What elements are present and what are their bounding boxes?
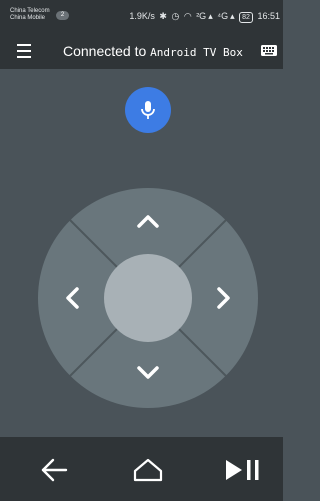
bluetooth-icon: ✱ (159, 11, 167, 21)
back-arrow-icon (41, 458, 68, 482)
status-indicators: 1.9K/s ✱ ◷ ◠ ²G ▴ ⁴G ▴ 82 16:51 (127, 10, 280, 23)
dpad-up-button[interactable] (136, 212, 160, 230)
dpad-right-button[interactable] (215, 286, 233, 310)
carrier-2: China Mobile (10, 15, 46, 21)
carrier-1: China Telecom (10, 8, 50, 14)
home-button[interactable] (132, 457, 164, 483)
play-pause-button[interactable] (224, 457, 262, 483)
carrier-info: China Telecom China Mobile (10, 8, 50, 22)
keyboard-icon[interactable] (261, 45, 277, 56)
dpad (38, 188, 258, 408)
chevron-left-icon (66, 287, 79, 309)
dpad-left-button[interactable] (63, 286, 81, 310)
signal-icon-2: ▴ (230, 11, 235, 21)
wifi-icon: ◠ (183, 11, 192, 21)
network-speed: 1.9K/s (129, 11, 155, 21)
signal-icon-1: ▴ (208, 11, 213, 21)
device-name: Android TV Box (150, 46, 243, 59)
chevron-right-icon (217, 287, 230, 309)
page-title: Connected to Android TV Box (63, 42, 243, 62)
mic-icon (141, 101, 155, 119)
chevron-down-icon (137, 366, 159, 379)
alarm-icon: ◷ (171, 11, 180, 21)
clock: 16:51 (257, 11, 280, 21)
network-1: ²G (196, 11, 207, 21)
menu-icon[interactable] (17, 44, 33, 58)
dpad-select-button[interactable] (104, 254, 192, 342)
nav-bar (0, 437, 283, 501)
battery-level: 82 (239, 12, 253, 23)
voice-search-button[interactable] (125, 87, 171, 133)
status-bar: China Telecom China Mobile 2 1.9K/s ✱ ◷ … (0, 0, 283, 33)
play-pause-icon (226, 460, 259, 480)
dpad-down-button[interactable] (136, 364, 160, 382)
home-icon (133, 458, 163, 482)
back-button[interactable] (40, 457, 68, 483)
app-bar: Connected to Android TV Box (0, 33, 283, 69)
network-2: ⁴G (217, 11, 229, 21)
title-prefix: Connected to (63, 43, 151, 59)
chevron-up-icon (137, 215, 159, 228)
notification-badge: 2 (56, 11, 69, 20)
